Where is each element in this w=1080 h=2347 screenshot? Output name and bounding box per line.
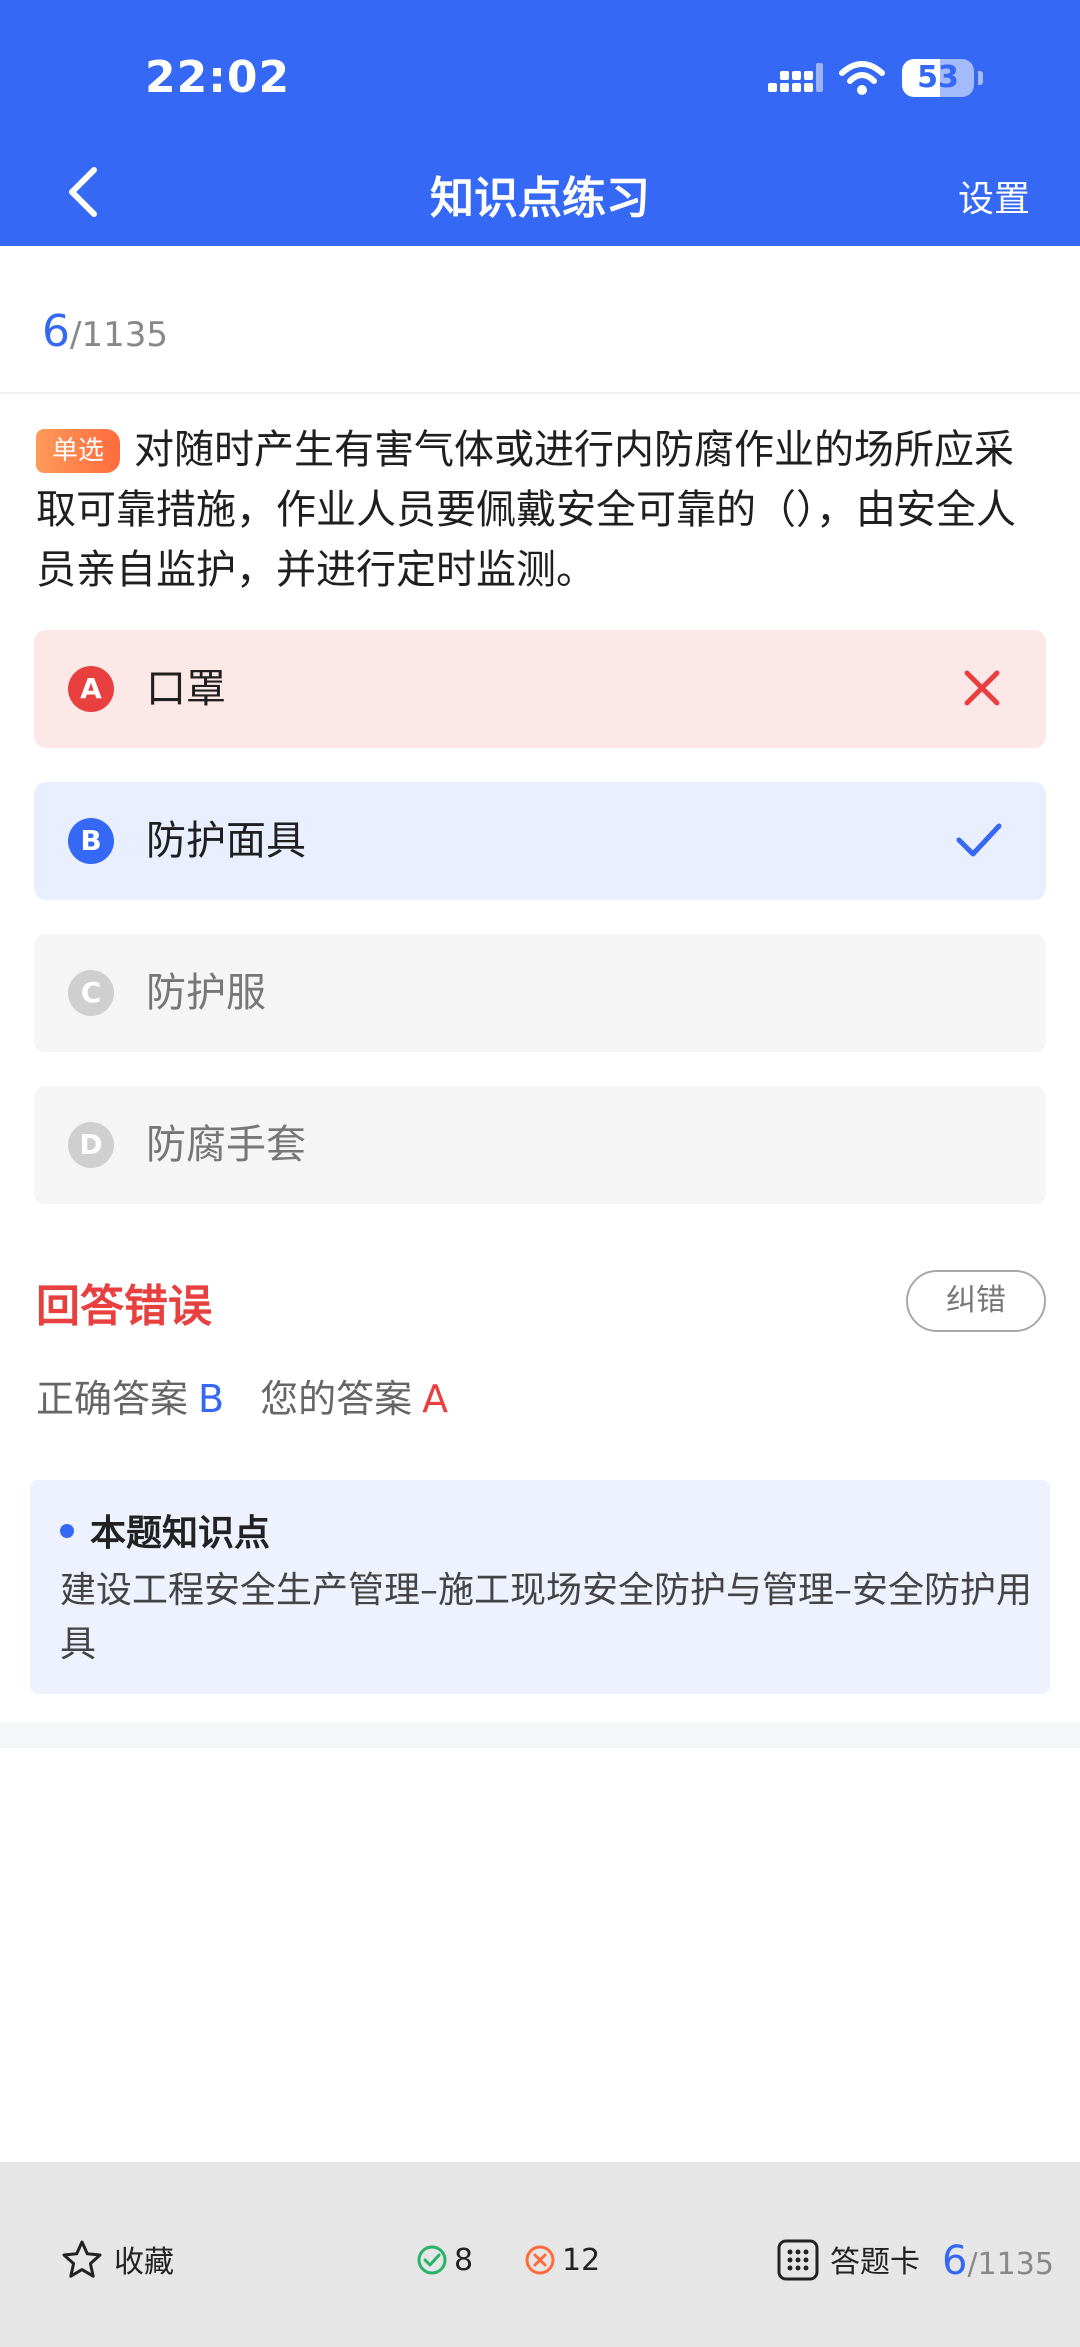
answer-card-button[interactable]: 答题卡 [776, 2238, 920, 2284]
bottom-progress: 6/1135 [942, 2238, 1054, 2284]
knowledge-title: 本题知识点 [90, 1513, 271, 1554]
bottom-progress-current: 6 [942, 2238, 968, 2284]
option-text: 防护服 [146, 970, 266, 1016]
answer-card-label: 答题卡 [830, 2245, 920, 2280]
option-b[interactable]: B 防护面具 [34, 782, 1046, 900]
option-letter: C [68, 970, 114, 1016]
option-letter: D [68, 1122, 114, 1168]
header-bar: 22:02 53 知识点练习 设置 [0, 0, 1080, 246]
option-d[interactable]: D 防腐手套 [34, 1086, 1046, 1204]
question-type-badge: 单选 [36, 429, 121, 473]
knowledge-text: 建设工程安全生产管理–施工现场安全防护与管理–安全防护用具 [60, 1570, 1033, 1665]
question-text: 对随时产生有害气体或进行内防腐作业的场所应采取可靠措施，作业人员要佩戴安全可靠的… [36, 427, 1016, 593]
battery-tip [978, 71, 983, 85]
bullet-dot [60, 1524, 74, 1538]
wrong-count-value: 12 [562, 2243, 601, 2278]
wrong-circle-icon [525, 2245, 555, 2275]
settings-button[interactable]: 设置 [958, 170, 1030, 222]
favorite-button[interactable]: 收藏 [60, 2238, 174, 2284]
correct-circle-icon [417, 2245, 447, 2275]
question-progress: 6/1135 [42, 306, 168, 357]
wrong-count: 12 [524, 2238, 600, 2284]
status-icons: 53 [760, 55, 1000, 105]
your-answer-label: 您的答案 [260, 1377, 413, 1421]
correct-answer-value: B [198, 1377, 225, 1421]
option-letter: B [68, 818, 114, 864]
page-title: 知识点练习 [430, 173, 650, 224]
grid-icon [777, 2239, 819, 2281]
option-c[interactable]: C 防护服 [34, 934, 1046, 1052]
section-divider [0, 1722, 1080, 1748]
wrong-cross-icon [964, 670, 1000, 706]
correct-check-icon [956, 823, 1002, 857]
result-title: 回答错误 [36, 1281, 212, 1332]
option-text: 口罩 [146, 666, 226, 712]
knowledge-point-card: 本题知识点 建设工程安全生产管理–施工现场安全防护与管理–安全防护用具 [30, 1480, 1050, 1694]
option-a[interactable]: A 口罩 [34, 630, 1046, 748]
your-answer-value: A [422, 1377, 449, 1421]
progress-total: /1135 [70, 315, 168, 355]
option-text: 防腐手套 [146, 1122, 306, 1168]
option-letter: A [68, 666, 114, 712]
progress-row: 6/1135 [0, 246, 1080, 394]
battery-level: 53 [917, 60, 959, 95]
star-icon [62, 2240, 102, 2278]
correct-count: 8 [416, 2238, 473, 2284]
battery-icon: 53 [902, 59, 974, 97]
wifi-icon [839, 61, 885, 95]
correct-answer-label: 正确答案 [36, 1377, 189, 1421]
report-error-button[interactable]: 纠错 [906, 1270, 1046, 1332]
bottom-toolbar: 收藏 8 12 答题卡 6/1135 [0, 2162, 1080, 2347]
option-text: 防护面具 [146, 818, 306, 864]
signal-icon [768, 63, 823, 92]
bottom-progress-total: /1135 [967, 2247, 1054, 2282]
progress-current: 6 [42, 306, 70, 357]
favorite-label: 收藏 [114, 2245, 174, 2280]
answer-summary: 正确答案 B 您的答案 A [36, 1368, 448, 1423]
correct-count-value: 8 [454, 2243, 474, 2278]
question-stem: 单选 对随时产生有害气体或进行内防腐作业的场所应采取可靠措施，作业人员要佩戴安全可… [36, 420, 1046, 600]
status-time: 22:02 [145, 52, 291, 103]
